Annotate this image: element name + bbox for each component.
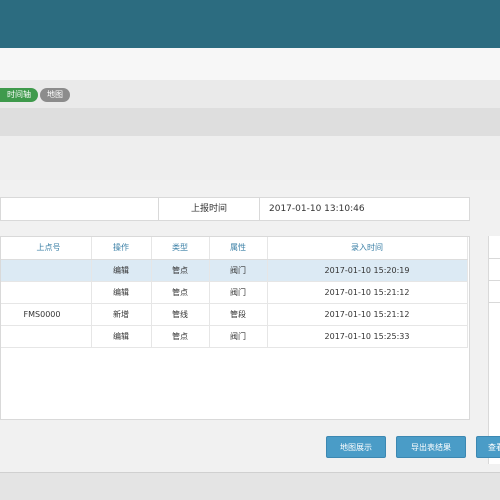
divider xyxy=(259,198,260,220)
cell-operation: 编辑 xyxy=(91,281,152,304)
cell-operation: 编辑 xyxy=(91,325,152,348)
cell-point xyxy=(1,281,92,304)
footer-bar xyxy=(0,472,500,500)
cell-type: 管线 xyxy=(151,303,210,326)
map-display-button[interactable]: 地图展示 xyxy=(326,436,386,458)
col-header-entry-time[interactable]: 录入时间 xyxy=(267,237,468,260)
col-header-point[interactable]: 上点号 xyxy=(1,237,92,260)
cell-entry-time: 2017-01-10 15:21:12 xyxy=(267,303,468,326)
cell-operation: 新增 xyxy=(91,303,152,326)
app-header xyxy=(0,0,500,48)
toolbar-band xyxy=(0,108,500,136)
cell-attribute: 阀门 xyxy=(209,259,268,282)
cell-type: 管点 xyxy=(151,325,210,348)
table-row[interactable]: 编辑 管点 阀门 2017-01-10 15:20:19 xyxy=(1,259,468,282)
tag-bar xyxy=(0,80,500,108)
table-row[interactable]: FMS0000 新增 管线 管段 2017-01-10 15:21:12 xyxy=(1,303,468,326)
divider xyxy=(489,258,500,259)
tag-map[interactable]: 地图 xyxy=(40,88,70,102)
view-button[interactable]: 查看 xyxy=(476,436,500,458)
tab-strip xyxy=(0,48,500,80)
cell-point xyxy=(1,325,92,348)
cell-type: 管点 xyxy=(151,281,210,304)
col-header-operation[interactable]: 操作 xyxy=(91,237,152,260)
records-table-panel: 上点号 操作 类型 属性 录入时间 编辑 管点 阀门 2017-01-10 15… xyxy=(0,236,470,420)
cell-entry-time: 2017-01-10 15:21:12 xyxy=(267,281,468,304)
report-info-row: 上报时间 2017-01-10 13:10:46 xyxy=(0,197,470,221)
cell-entry-time: 2017-01-10 15:25:33 xyxy=(267,325,468,348)
table-row[interactable]: 编辑 管点 阀门 2017-01-10 15:25:33 xyxy=(1,325,468,348)
col-header-type[interactable]: 类型 xyxy=(151,237,210,260)
cell-attribute: 阀门 xyxy=(209,281,268,304)
report-time-label: 上报时间 xyxy=(190,204,227,214)
divider xyxy=(489,302,500,303)
cell-point xyxy=(1,259,92,282)
table-header-row: 上点号 操作 类型 属性 录入时间 xyxy=(1,237,468,260)
cell-attribute: 阀门 xyxy=(209,325,268,348)
cell-point: FMS0000 xyxy=(1,303,92,326)
divider xyxy=(489,280,500,281)
cell-attribute: 管段 xyxy=(209,303,268,326)
col-header-attribute[interactable]: 属性 xyxy=(209,237,268,260)
cell-type: 管点 xyxy=(151,259,210,282)
records-table: 上点号 操作 类型 属性 录入时间 编辑 管点 阀门 2017-01-10 15… xyxy=(1,237,468,348)
cell-entry-time: 2017-01-10 15:20:19 xyxy=(267,259,468,282)
report-time-value: 2017-01-10 13:10:46 xyxy=(269,204,365,214)
tag-timeline[interactable]: 时间轴 xyxy=(0,88,38,102)
export-results-button[interactable]: 导出表结果 xyxy=(396,436,466,458)
filter-band xyxy=(0,136,500,180)
table-row[interactable]: 编辑 管点 阀门 2017-01-10 15:21:12 xyxy=(1,281,468,304)
cell-operation: 编辑 xyxy=(91,259,152,282)
side-panel xyxy=(488,236,500,464)
